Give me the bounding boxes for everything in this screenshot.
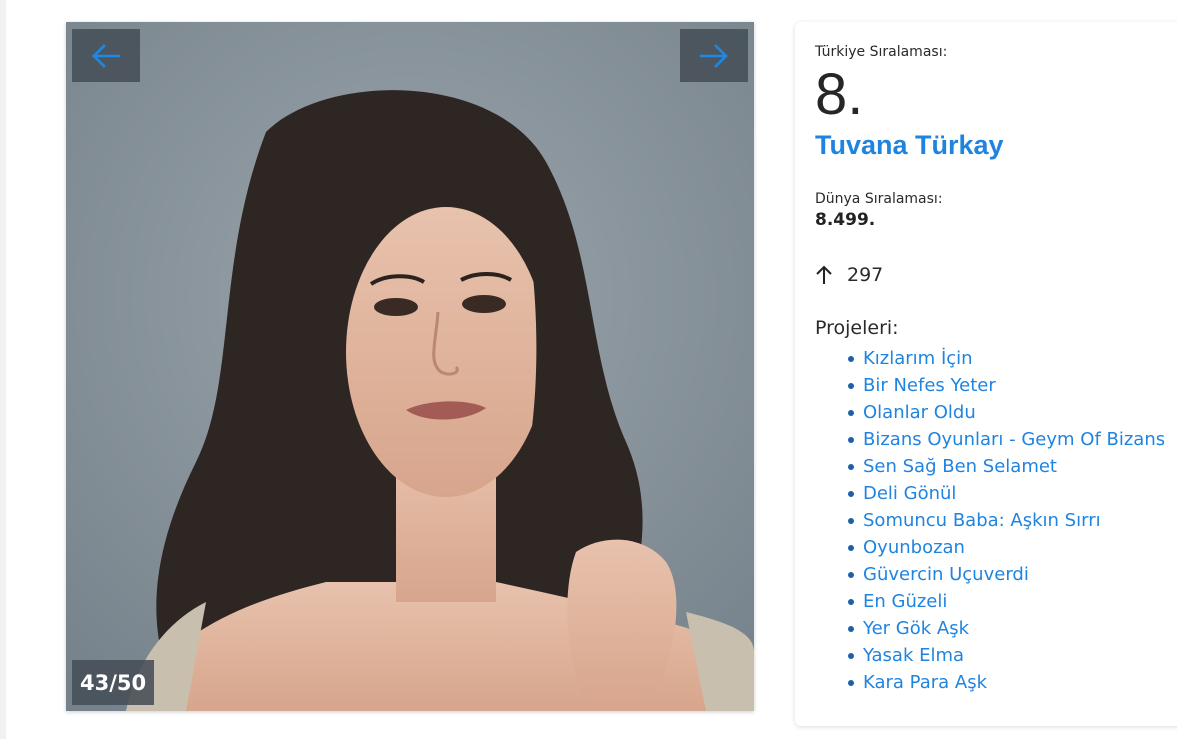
project-link[interactable]: Deli Gönül bbox=[863, 483, 956, 504]
project-link[interactable]: Oyunbozan bbox=[863, 537, 965, 558]
project-link[interactable]: Bizans Oyunları - Geym Of Bizans bbox=[863, 429, 1165, 450]
list-item: Somuncu Baba: Aşkın Sırrı bbox=[848, 507, 1177, 534]
list-item: En Güzeli bbox=[848, 588, 1177, 615]
photo-counter: 43/50 bbox=[72, 660, 155, 705]
list-item: Olanlar Oldu bbox=[848, 399, 1177, 426]
rank-change: 297 bbox=[815, 264, 1177, 286]
project-link[interactable]: Yasak Elma bbox=[863, 645, 964, 666]
list-item: Kara Para Aşk bbox=[848, 669, 1177, 696]
turkey-rank-value: 8. bbox=[815, 62, 864, 127]
arrow-right-icon bbox=[699, 43, 728, 68]
person-name-link[interactable]: Tuvana Türkay bbox=[815, 130, 1177, 161]
photo-gallery: 43/50 bbox=[66, 22, 754, 711]
project-link[interactable]: Somuncu Baba: Aşkın Sırrı bbox=[863, 510, 1101, 531]
arrow-up-icon bbox=[815, 265, 833, 285]
list-item: Kızlarım İçin bbox=[848, 345, 1177, 372]
list-item: Güvercin Uçuverdi bbox=[848, 561, 1177, 588]
project-link[interactable]: Güvercin Uçuverdi bbox=[863, 564, 1029, 585]
project-link[interactable]: Bir Nefes Yeter bbox=[863, 375, 996, 396]
list-item: Deli Gönül bbox=[848, 480, 1177, 507]
next-photo-button[interactable] bbox=[680, 29, 748, 82]
project-link[interactable]: Kızlarım İçin bbox=[863, 348, 973, 369]
projects-list: Kızlarım İçin Bir Nefes Yeter Olanlar Ol… bbox=[815, 345, 1177, 696]
project-link[interactable]: Yer Gök Aşk bbox=[863, 618, 969, 639]
project-link[interactable]: Kara Para Aşk bbox=[863, 672, 987, 693]
project-link[interactable]: Sen Sağ Ben Selamet bbox=[863, 456, 1057, 477]
profile-info-card: Türkiye Sıralaması: 8. Tuvana Türkay Dün… bbox=[795, 22, 1177, 726]
project-link[interactable]: Olanlar Oldu bbox=[863, 402, 976, 423]
world-rank-value: 8.499. bbox=[815, 210, 876, 230]
project-link[interactable]: En Güzeli bbox=[863, 591, 947, 612]
list-item: Bir Nefes Yeter bbox=[848, 372, 1177, 399]
page-left-edge bbox=[0, 0, 6, 739]
world-rank-label: Dünya Sıralaması: bbox=[815, 191, 943, 207]
arrow-left-icon bbox=[92, 43, 121, 68]
list-item: Bizans Oyunları - Geym Of Bizans bbox=[848, 426, 1177, 453]
rank-change-value: 297 bbox=[847, 264, 884, 286]
turkey-rank-label: Türkiye Sıralaması: bbox=[815, 44, 948, 60]
previous-photo-button[interactable] bbox=[72, 29, 140, 82]
list-item: Oyunbozan bbox=[848, 534, 1177, 561]
list-item: Yasak Elma bbox=[848, 642, 1177, 669]
list-item: Sen Sağ Ben Selamet bbox=[848, 453, 1177, 480]
portrait-photo bbox=[66, 22, 754, 711]
projects-label: Projeleri: bbox=[815, 317, 899, 339]
list-item: Yer Gök Aşk bbox=[848, 615, 1177, 642]
